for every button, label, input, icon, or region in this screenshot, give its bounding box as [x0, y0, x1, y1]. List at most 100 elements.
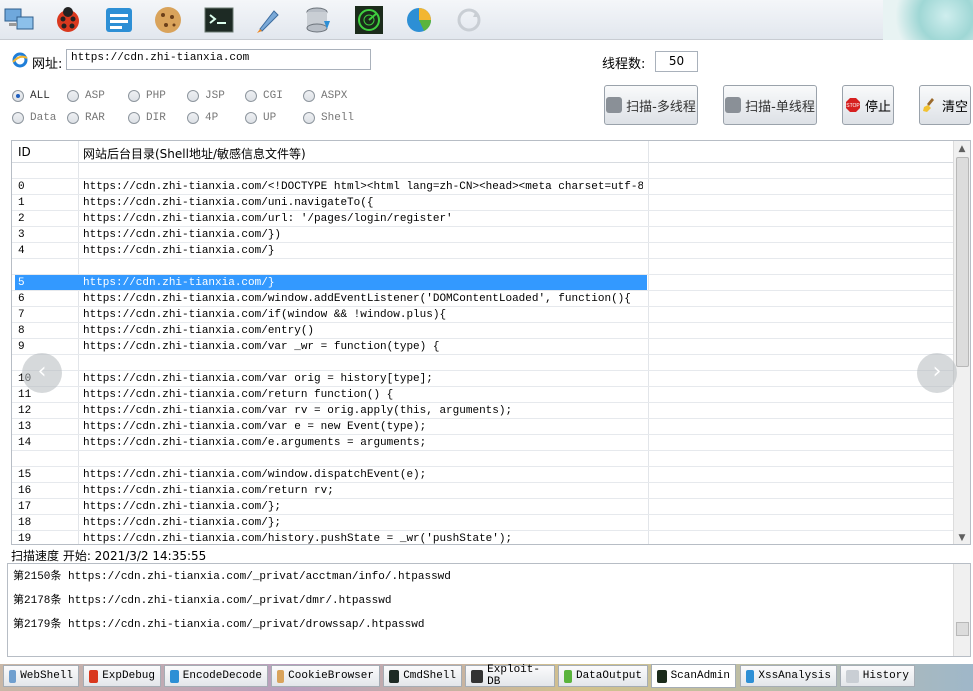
- radio-up[interactable]: UP: [245, 112, 276, 124]
- radio-jsp[interactable]: JSP: [187, 90, 225, 102]
- cell-path: https://cdn.zhi-tianxia.com/<!DOCTYPE ht…: [83, 181, 643, 193]
- table-row[interactable]: 7 https://cdn.zhi-tianxia.com/if(window &…: [12, 307, 955, 323]
- ladybug-icon[interactable]: [51, 3, 85, 37]
- table-row[interactable]: 8 https://cdn.zhi-tianxia.com/entry(): [12, 323, 955, 339]
- table-row[interactable]: 13 https://cdn.zhi-tianxia.com/var e = ne…: [12, 419, 955, 435]
- radio-asp[interactable]: ASP: [67, 90, 105, 102]
- tab-history[interactable]: History: [840, 665, 915, 687]
- table-row[interactable]: 3 https://cdn.zhi-tianxia.com/}): [12, 227, 955, 243]
- radio-label: ALL: [30, 90, 50, 102]
- scroll-thumb[interactable]: [956, 157, 969, 367]
- url-input[interactable]: https://cdn.zhi-tianxia.com: [66, 49, 371, 70]
- network-computers-icon[interactable]: [2, 3, 36, 37]
- cell-id: 17: [18, 501, 32, 513]
- window-list-icon[interactable]: [102, 3, 136, 37]
- tab-encodedecode[interactable]: EncodeDecode: [164, 665, 268, 687]
- rocket-icon[interactable]: [252, 3, 286, 37]
- column-header-id[interactable]: ID: [18, 145, 31, 159]
- next-arrow-icon[interactable]: ›: [917, 353, 957, 393]
- table-row[interactable]: 0 https://cdn.zhi-tianxia.com/<!DOCTYPE h…: [12, 179, 955, 195]
- radio-cgi[interactable]: CGI: [245, 90, 283, 102]
- radio-button[interactable]: [12, 112, 24, 124]
- log-vertical-scrollbar[interactable]: [953, 564, 970, 656]
- tab-cookiebrowser[interactable]: CookieBrowser: [271, 665, 380, 687]
- cookie-icon[interactable]: [151, 3, 185, 37]
- scroll-up-icon[interactable]: ▲: [954, 141, 970, 157]
- cell-id: 1: [18, 197, 25, 209]
- tab-exploit-db[interactable]: Exploit-DB: [465, 664, 555, 688]
- cell-path: https://cdn.zhi-tianxia.com/return funct…: [83, 389, 394, 401]
- table-row[interactable]: 10https://cdn.zhi-tianxia.com/var orig =…: [12, 371, 955, 387]
- table-row[interactable]: [12, 451, 955, 467]
- refresh-icon[interactable]: [452, 3, 486, 37]
- column-header-path[interactable]: 网站后台目录(Shell地址/敏感信息文件等): [83, 145, 306, 162]
- database-icon[interactable]: [302, 3, 336, 37]
- radio-button[interactable]: [187, 112, 199, 124]
- decorative-banner: [883, 0, 973, 40]
- table-row[interactable]: 9 https://cdn.zhi-tianxia.com/var _wr = f…: [12, 339, 955, 355]
- scan-singlethread-button[interactable]: 扫描-单线程: [723, 85, 817, 125]
- table-row[interactable]: 6 https://cdn.zhi-tianxia.com/window.addE…: [12, 291, 955, 307]
- radio-label: Data: [30, 112, 57, 124]
- table-row[interactable]: 4 https://cdn.zhi-tianxia.com/}: [12, 243, 955, 259]
- terminal-icon[interactable]: [202, 3, 236, 37]
- radio-rar[interactable]: RAR: [67, 112, 105, 124]
- scan-icon: [725, 97, 742, 113]
- url-label-text: 网址:: [32, 56, 63, 72]
- scan-log[interactable]: 第2150条 https://cdn.zhi-tianxia.com/_priv…: [7, 563, 971, 657]
- cell-path: https://cdn.zhi-tianxia.com/var e = new …: [83, 421, 427, 433]
- radio-php[interactable]: PHP: [128, 90, 166, 102]
- tab-cmdshell[interactable]: CmdShell: [383, 665, 462, 687]
- table-row[interactable]: 19 https://cdn.zhi-tianxia.com/history.pu…: [12, 531, 955, 544]
- scroll-down-icon[interactable]: ▼: [954, 530, 970, 544]
- computer-icon: [9, 669, 17, 683]
- grid-vertical-scrollbar[interactable]: ▲ ▼: [953, 141, 970, 544]
- radio-label: CGI: [263, 90, 283, 102]
- table-row[interactable]: [12, 163, 955, 179]
- cell-id: 8: [18, 325, 25, 337]
- previous-arrow-icon[interactable]: ‹: [22, 353, 62, 393]
- table-row[interactable]: 18 https://cdn.zhi-tianxia.com/};: [12, 515, 955, 531]
- stop-button[interactable]: STOP 停止: [842, 85, 894, 125]
- tab-xssanalysis[interactable]: XssAnalysis: [740, 665, 837, 687]
- radio-button[interactable]: [67, 112, 79, 124]
- table-row[interactable]: 14 https://cdn.zhi-tianxia.com/e.argument…: [12, 435, 955, 451]
- radio-4p[interactable]: 4P: [187, 112, 218, 124]
- table-row[interactable]: [12, 355, 955, 371]
- radio-button[interactable]: [128, 90, 140, 102]
- pie-chart-icon[interactable]: [402, 3, 436, 37]
- table-row[interactable]: 17 https://cdn.zhi-tianxia.com/};: [12, 499, 955, 515]
- table-row[interactable]: 15 https://cdn.zhi-tianxia.com/window.dis…: [12, 467, 955, 483]
- threads-input[interactable]: 50: [655, 51, 698, 72]
- radio-button[interactable]: [12, 90, 24, 102]
- radio-button[interactable]: [303, 112, 315, 124]
- radio-data[interactable]: Data: [12, 112, 56, 124]
- radio-aspx[interactable]: ASPX: [303, 90, 347, 102]
- tab-label: Exploit-DB: [487, 664, 540, 688]
- tab-dataoutput[interactable]: DataOutput: [558, 665, 648, 687]
- tab-scanadmin[interactable]: ScanAdmin: [651, 664, 736, 688]
- svg-text:STOP: STOP: [846, 103, 860, 109]
- tab-webshell[interactable]: WebShell: [3, 665, 79, 687]
- table-row[interactable]: 1 https://cdn.zhi-tianxia.com/uni.navigat…: [12, 195, 955, 211]
- radio-button[interactable]: [245, 112, 257, 124]
- tab-expdebug[interactable]: ExpDebug: [83, 665, 161, 687]
- cell-path: https://cdn.zhi-tianxia.com/}: [83, 245, 275, 257]
- radio-dir[interactable]: DIR: [128, 112, 166, 124]
- radio-all[interactable]: ALL: [12, 90, 50, 102]
- table-row[interactable]: 16 https://cdn.zhi-tianxia.com/return rv;: [12, 483, 955, 499]
- radio-button[interactable]: [303, 90, 315, 102]
- radio-button[interactable]: [128, 112, 140, 124]
- radio-button[interactable]: [67, 90, 79, 102]
- radio-shell[interactable]: Shell: [303, 112, 354, 124]
- radio-button[interactable]: [245, 90, 257, 102]
- scan-multithread-button[interactable]: 扫描-多线程: [604, 85, 698, 125]
- clear-button[interactable]: 清空: [919, 85, 971, 125]
- table-row[interactable]: 11 https://cdn.zhi-tianxia.com/return fun…: [12, 387, 955, 403]
- table-row[interactable]: [12, 259, 955, 275]
- table-row[interactable]: 12 https://cdn.zhi-tianxia.com/var rv = o…: [12, 403, 955, 419]
- table-row[interactable]: 5 https://cdn.zhi-tianxia.com/}: [12, 275, 955, 291]
- table-row[interactable]: 2 https://cdn.zhi-tianxia.com/url: '/page…: [12, 211, 955, 227]
- radar-icon[interactable]: [352, 3, 386, 37]
- radio-button[interactable]: [187, 90, 199, 102]
